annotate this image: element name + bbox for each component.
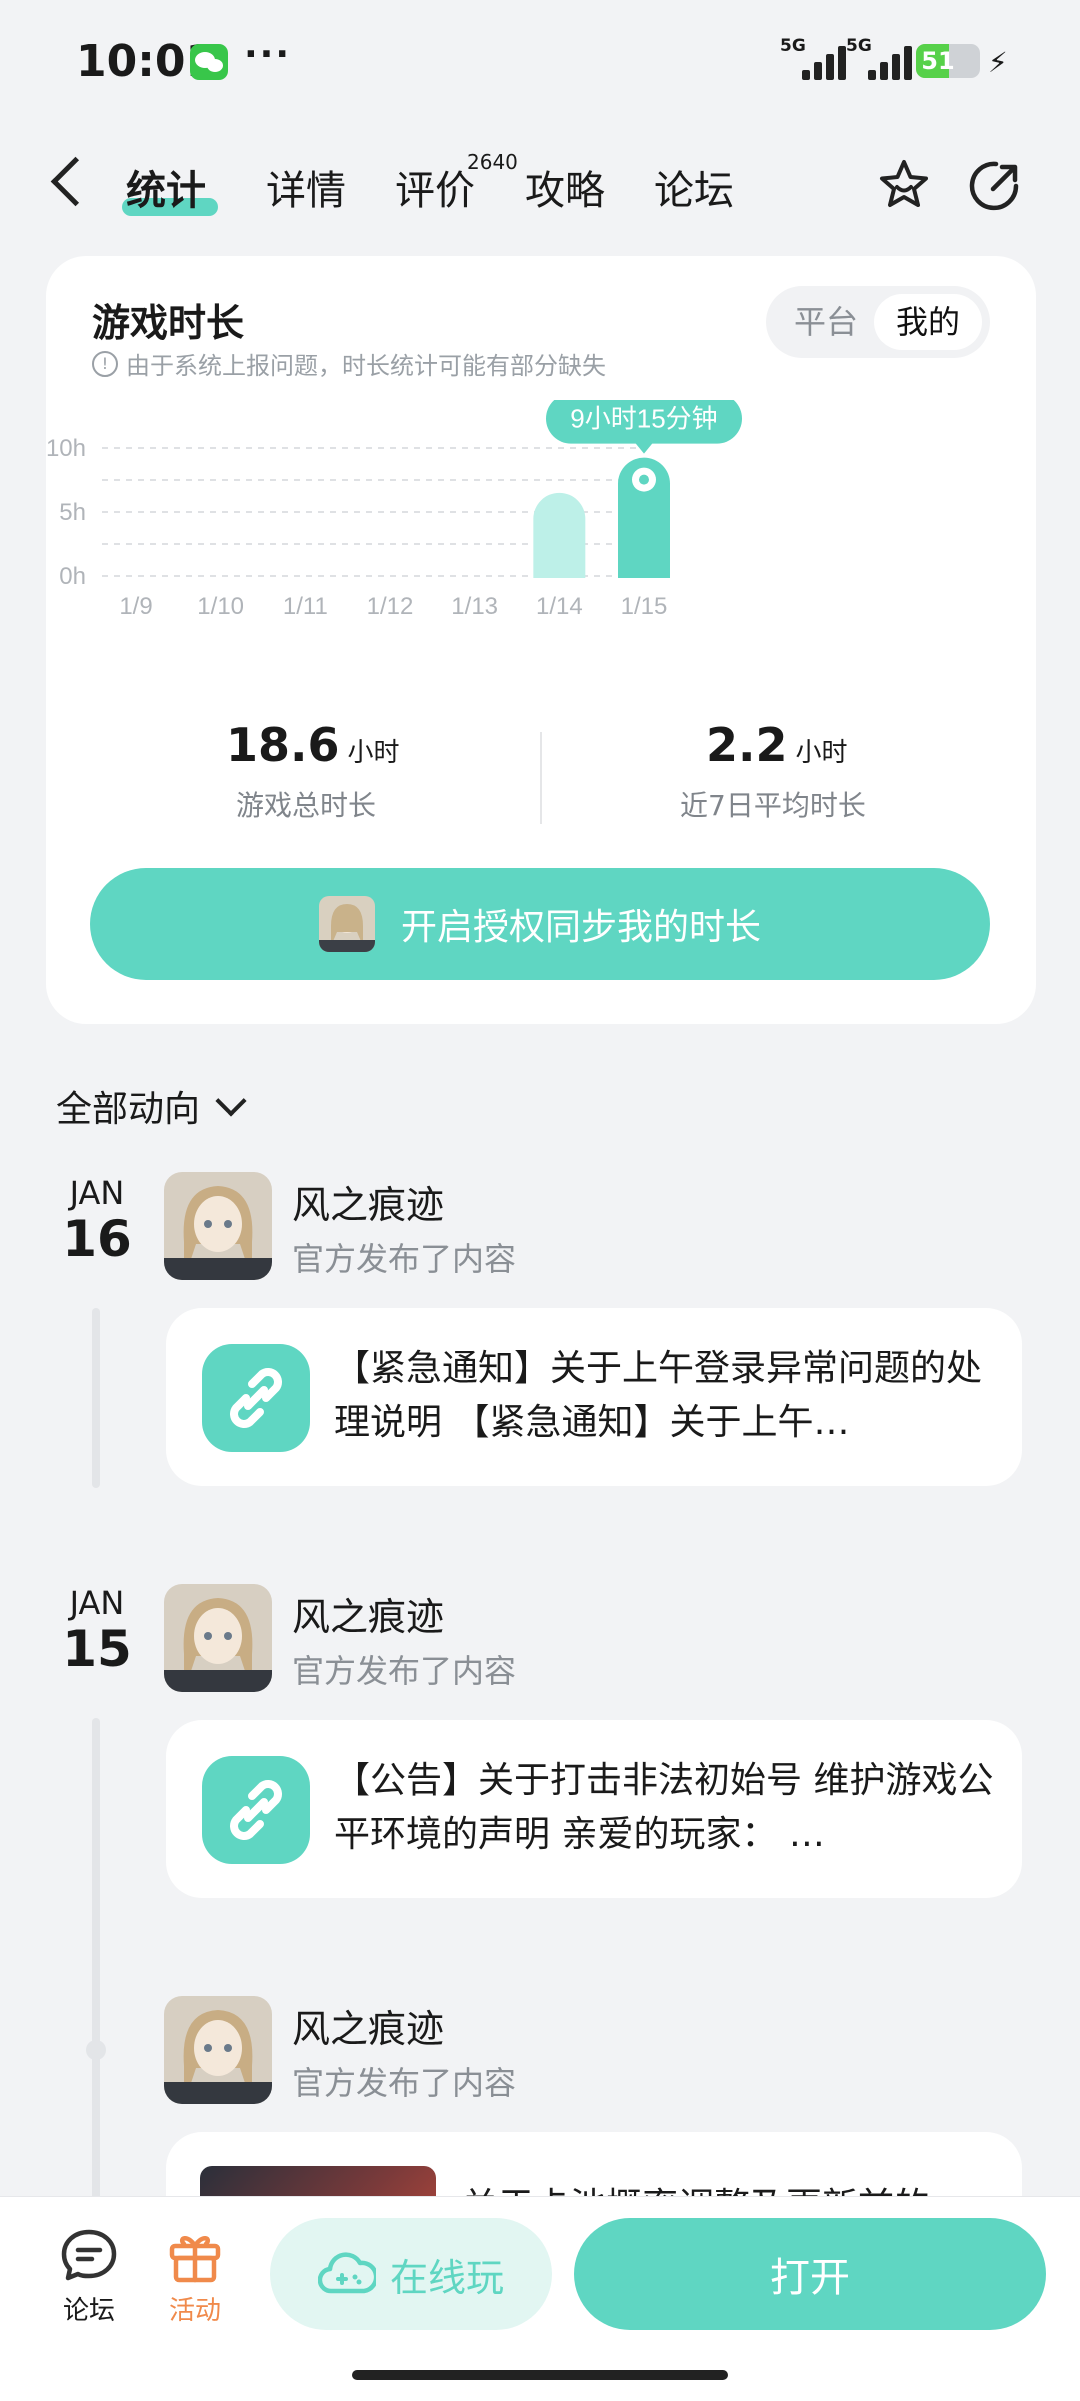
author-name[interactable]: 风之痕迹 <box>292 1998 444 2053</box>
x-tick-label: 1/15 <box>621 593 668 620</box>
author-avatar[interactable] <box>164 1172 272 1280</box>
review-count-badge: 2640 <box>467 150 518 174</box>
game-avatar-icon <box>318 896 375 952</box>
open-game-label: 打开 <box>770 2255 850 2301</box>
x-tick-label: 1/13 <box>451 593 498 620</box>
feed-date-day: 16 <box>62 1210 132 1268</box>
playtime-notice: ! 由于系统上报问题，时长统计可能有部分缺失 <box>92 346 606 381</box>
average-playtime: 2.2 小时 <box>706 718 848 772</box>
play-online-label: 在线玩 <box>389 2255 504 2300</box>
bar-marker-center <box>639 474 649 485</box>
share-icon[interactable] <box>966 156 1026 216</box>
favorite-star-icon[interactable] <box>874 156 934 216</box>
feed-date-day: 15 <box>62 1620 132 1678</box>
average-playtime-label: 近7日平均时长 <box>680 789 866 822</box>
feed-date-month: JAN <box>69 1584 125 1622</box>
signal-icon-2: 5G <box>846 36 916 80</box>
sync-playtime-button[interactable]: 开启授权同步我的时长 <box>90 868 990 980</box>
forum-chat-icon <box>61 2229 117 2281</box>
link-icon <box>202 1756 310 1864</box>
toggle-platform[interactable]: 平台 <box>794 286 858 358</box>
x-tick-label: 1/12 <box>367 593 414 620</box>
chevron-down-icon <box>215 1085 247 1117</box>
toggle-mine[interactable]: 我的 <box>874 294 982 350</box>
charging-icon: ⚡ <box>988 46 1008 79</box>
author-action: 官方发布了内容 <box>292 1240 517 1278</box>
tab-details[interactable]: 详情 <box>266 158 346 216</box>
gift-icon <box>169 2236 221 2283</box>
home-indicator[interactable] <box>352 2370 728 2380</box>
link-icon <box>202 1344 310 1452</box>
play-online-button[interactable]: 在线玩 <box>270 2218 552 2330</box>
tooltip-pointer <box>635 442 653 454</box>
author-avatar[interactable] <box>164 1584 272 1692</box>
total-playtime: 18.6 小时 <box>226 718 400 772</box>
post-card[interactable]: 【紧急通知】关于上午登录异常问题的处理说明 【紧急通知】关于上午… <box>166 1308 1022 1486</box>
sync-playtime-label: 开启授权同步我的时长 <box>400 907 761 948</box>
forum-button[interactable]: 论坛 <box>56 2224 122 2327</box>
tooltip: 9小时15分钟 <box>546 400 742 454</box>
author-name[interactable]: 风之痕迹 <box>292 1174 444 1229</box>
x-tick-label: 1/10 <box>197 593 244 620</box>
total-playtime-value: 18.6 <box>226 718 340 772</box>
chart-bar <box>533 492 586 578</box>
timeline-dot <box>86 2040 106 2060</box>
average-playtime-unit: 小时 <box>795 738 848 768</box>
tab-reviews[interactable]: 评价 <box>395 158 475 216</box>
signal-icon: 5G <box>780 36 850 80</box>
back-button[interactable] <box>50 156 101 207</box>
x-axis-labels: 1/9 1/10 1/11 1/12 1/13 1/14 1/15 <box>119 593 667 620</box>
feed-date-month: JAN <box>69 1174 125 1212</box>
timeline-line <box>92 1308 100 1488</box>
tab-stats[interactable]: 统计 <box>126 158 206 216</box>
status-bar: 10:01 ··· 5G 5G 51 ⚡ <box>0 0 1080 120</box>
notice-text: 由于系统上报问题，时长统计可能有部分缺失 <box>126 352 606 380</box>
post-text: 【公告】关于打击非法初始号 维护游戏公平环境的声明 亲爱的玩家： … <box>334 1760 994 1855</box>
timeline-line <box>92 1718 100 2200</box>
author-name[interactable]: 风之痕迹 <box>292 1586 444 1641</box>
author-action: 官方发布了内容 <box>292 2064 517 2102</box>
cloud-gamepad-icon <box>317 2252 376 2294</box>
feed-filter-label: 全部动向 <box>56 1089 201 1130</box>
tab-guides[interactable]: 攻略 <box>525 158 605 216</box>
activity-button[interactable]: 活动 <box>162 2224 228 2327</box>
post-card[interactable]: 【公告】关于打击非法初始号 维护游戏公平环境的声明 亲爱的玩家： … <box>166 1720 1022 1898</box>
author-action: 官方发布了内容 <box>292 1652 517 1690</box>
platform-mine-toggle[interactable]: 平台 我的 <box>766 286 990 358</box>
info-icon: ! <box>92 350 118 377</box>
chart-bars <box>533 457 670 578</box>
total-playtime-unit: 小时 <box>347 738 400 768</box>
total-playtime-label: 游戏总时长 <box>236 789 377 822</box>
stats-divider <box>540 732 542 824</box>
y-tick-label: 10h <box>46 435 86 462</box>
average-playtime-value: 2.2 <box>706 718 788 772</box>
more-notifications-icon: ··· <box>244 34 292 75</box>
battery-icon: 51 <box>916 44 980 78</box>
y-tick-label: 5h <box>59 499 86 526</box>
wechat-icon <box>190 44 228 80</box>
activity-label: 活动 <box>168 2296 221 2326</box>
x-tick-label: 1/11 <box>283 593 328 620</box>
y-tick-label: 0h <box>59 563 86 590</box>
forum-label: 论坛 <box>62 2296 115 2326</box>
tooltip-text: 9小时15分钟 <box>570 404 717 434</box>
tab-forum[interactable]: 论坛 <box>654 158 734 216</box>
feed-filter-dropdown[interactable]: 全部动向 <box>56 1080 247 1132</box>
y-axis-labels: 10h 5h 0h <box>46 435 86 590</box>
post-text: 【紧急通知】关于上午登录异常问题的处理说明 【紧急通知】关于上午… <box>334 1348 983 1443</box>
open-game-button[interactable]: 打开 <box>574 2218 1046 2330</box>
playtime-title: 游戏时长 <box>92 301 245 345</box>
x-tick-label: 1/9 <box>119 593 152 620</box>
playtime-chart: 10h 5h 0h 1/9 1/10 1/11 1/12 1/13 1/14 1/15 9小时1… <box>46 400 742 620</box>
author-avatar[interactable] <box>164 1996 272 2104</box>
x-tick-label: 1/14 <box>536 593 583 620</box>
